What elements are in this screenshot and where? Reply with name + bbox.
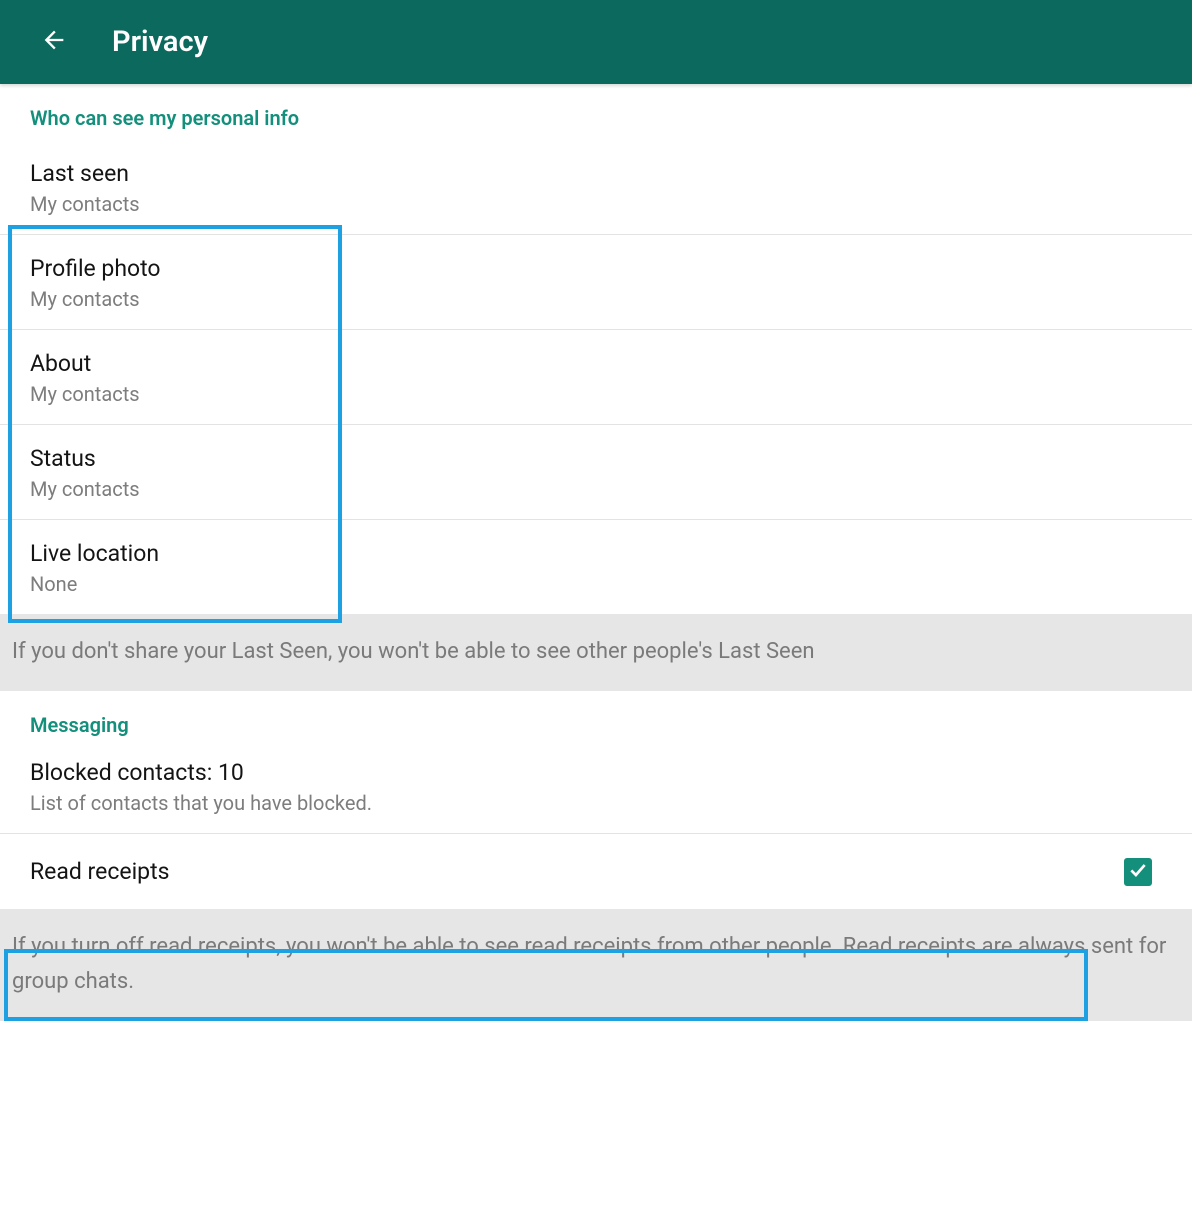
setting-title: Profile photo (30, 253, 1162, 284)
setting-status[interactable]: Status My contacts (0, 425, 1192, 520)
setting-read-receipts[interactable]: Read receipts (0, 833, 1192, 909)
page-title: Privacy (112, 25, 208, 59)
setting-title: Read receipts (30, 856, 169, 887)
setting-value: My contacts (30, 477, 1162, 501)
back-button[interactable] (34, 22, 74, 62)
setting-last-seen[interactable]: Last seen My contacts (0, 140, 1192, 235)
setting-title: Live location (30, 538, 1162, 569)
read-receipts-checkbox[interactable] (1124, 858, 1152, 886)
setting-blocked-contacts[interactable]: Blocked contacts: 10 List of contacts th… (0, 747, 1192, 833)
content-area: Who can see my personal info Last seen M… (0, 84, 1192, 1021)
setting-sub: List of contacts that you have blocked. (30, 791, 1162, 815)
back-arrow-icon (40, 26, 68, 58)
setting-about[interactable]: About My contacts (0, 330, 1192, 425)
setting-value: None (30, 572, 1162, 596)
section-header-personal-info: Who can see my personal info (0, 84, 1192, 140)
setting-live-location[interactable]: Live location None (0, 520, 1192, 614)
app-header: Privacy (0, 0, 1192, 84)
checkmark-icon (1128, 860, 1148, 884)
setting-value: My contacts (30, 287, 1162, 311)
setting-value: My contacts (30, 382, 1162, 406)
setting-title: Status (30, 443, 1162, 474)
setting-title: Last seen (30, 158, 1162, 189)
info-read-receipts-note: If you turn off read receipts, you won't… (0, 909, 1192, 1020)
setting-value: My contacts (30, 192, 1162, 216)
setting-title: Blocked contacts: 10 (30, 757, 1162, 788)
info-last-seen-note: If you don't share your Last Seen, you w… (0, 614, 1192, 691)
section-header-messaging: Messaging (0, 691, 1192, 747)
setting-profile-photo[interactable]: Profile photo My contacts (0, 235, 1192, 330)
setting-title: About (30, 348, 1162, 379)
